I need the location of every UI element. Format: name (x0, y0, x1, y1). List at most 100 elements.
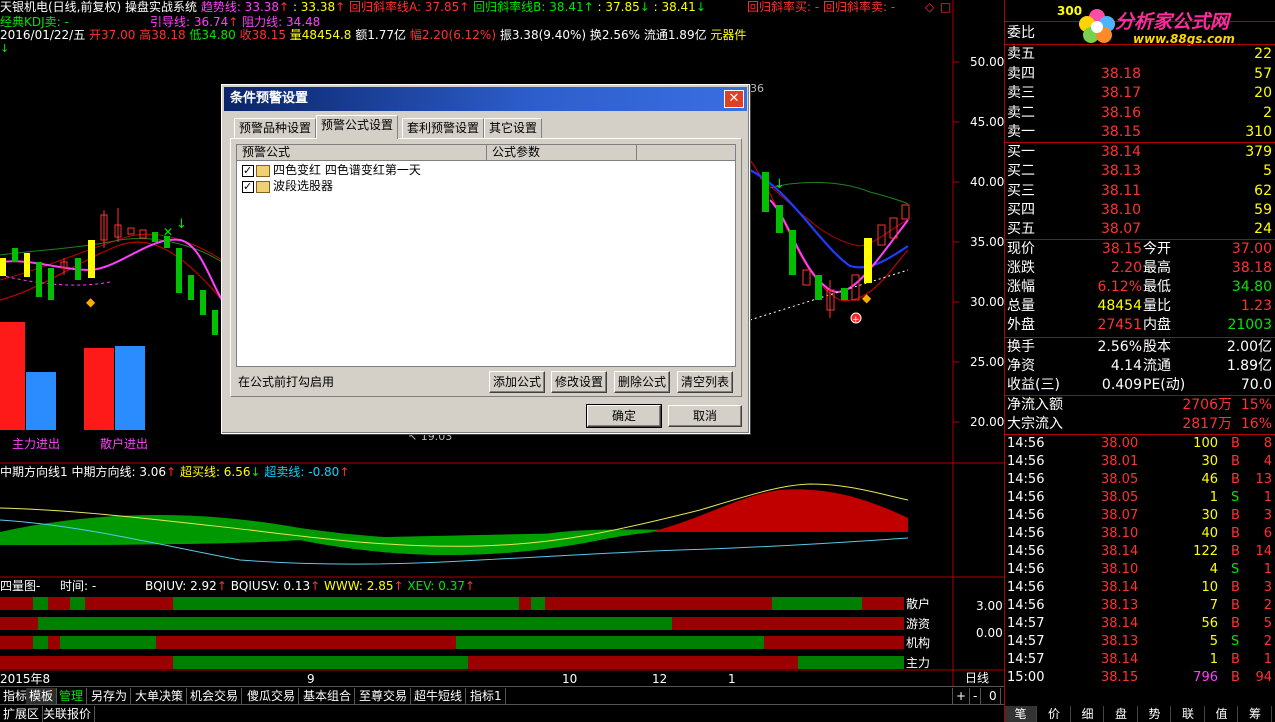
zoom-reset-button[interactable]: 0 (986, 688, 1001, 704)
clear-list-button[interactable]: 清空列表 (677, 371, 733, 393)
bid-row[interactable]: 买一 38.14 379 (1005, 143, 1275, 162)
flow-amount: 2817万 (1182, 416, 1232, 432)
right-tab[interactable]: 联 (1173, 706, 1205, 722)
tick-count: 13 (1255, 472, 1272, 487)
tick-side: B (1231, 436, 1240, 451)
ask-row[interactable]: 卖五 22 (1005, 45, 1275, 64)
column-blank (637, 145, 736, 161)
quote-value: 6.12% (1097, 279, 1142, 295)
ok-button[interactable]: 确定 (586, 404, 662, 428)
tab-short-term[interactable]: 超牛短线 (411, 688, 467, 704)
tick-volume: 122 (1193, 544, 1218, 559)
period-label[interactable]: 日线 (965, 671, 989, 685)
tab-extension[interactable]: 扩展区 (0, 706, 44, 722)
trade-tick-row: 14:56 38.05 46 B 13 (1005, 471, 1275, 489)
diamond-icon[interactable]: ◇ (925, 0, 934, 14)
bqiuv: BQIUV: 2.92 (145, 579, 217, 593)
flow-row: 大宗流入 2817万 16% (1005, 415, 1275, 434)
formula-list[interactable]: 预警公式 公式参数 四色变红 四色谱变红第一天 波段选股器 (236, 144, 736, 367)
bar-volume: 量48454.8 (289, 28, 352, 42)
zoom-out-button[interactable]: - (970, 688, 982, 704)
tick-count: 1 (1263, 562, 1272, 577)
tick-count: 6 (1263, 526, 1272, 541)
svg-text:+: + (852, 315, 860, 325)
tick-time: 14:56 (1007, 454, 1045, 469)
right-tab[interactable]: 值 (1206, 706, 1238, 722)
sector-link[interactable]: 元器件 (710, 28, 746, 42)
tab-basic-combo[interactable]: 基本组合 (300, 688, 356, 704)
fund-value: 2.56% (1097, 339, 1142, 355)
trade-tick-row: 14:56 38.14 122 B 14 (1005, 543, 1275, 561)
tab-arbitrage-alert[interactable]: 套利预警设置 (402, 118, 485, 138)
zoom-in-button[interactable]: + (952, 688, 971, 704)
ask-volume: 310 (1245, 124, 1272, 140)
partial-marker: 36 (750, 82, 764, 95)
cancel-button[interactable]: 取消 (668, 405, 742, 427)
right-tab[interactable]: 筹 (1240, 706, 1272, 722)
tab-big-order[interactable]: 大单决策 (132, 688, 188, 704)
ask-label: 卖四 (1007, 65, 1035, 82)
right-tab[interactable]: 细 (1072, 706, 1104, 722)
formula-icon (256, 180, 270, 193)
tab-supreme-trade[interactable]: 至尊交易 (356, 688, 412, 704)
bid-price: 38.10 (1101, 201, 1142, 218)
list-item[interactable]: 四色变红 四色谱变红第一天 (242, 162, 421, 179)
close-chart-icon[interactable]: □ (940, 0, 951, 14)
quote-value: 34.80 (1231, 279, 1272, 295)
bid-row[interactable]: 买二 38.13 5 (1005, 162, 1275, 181)
tab-alert-variety[interactable]: 预警品种设置 (234, 118, 317, 138)
edit-settings-button[interactable]: 修改设置 (551, 371, 607, 393)
dialog-title[interactable]: 条件预警设置 ✕ (224, 87, 747, 111)
tab-template[interactable]: 模板 (26, 688, 58, 704)
quad-axis-tick: 3.00 (976, 599, 1003, 613)
tick-price: 38.10 (1101, 562, 1139, 577)
delete-formula-button[interactable]: 删除公式 (614, 371, 670, 393)
ask-row[interactable]: 卖二 38.16 2 (1005, 104, 1275, 123)
tab-simple-trade[interactable]: 傻瓜交易 (244, 688, 300, 704)
quote-panel: 300 分析家公式网 www.88gs.com 委比 卖五 22 卖四 38.1… (1004, 0, 1275, 722)
right-tab[interactable]: 盘 (1106, 706, 1138, 722)
tick-time: 14:57 (1007, 616, 1045, 631)
tab-related-quote[interactable]: 关联报价 (40, 706, 96, 722)
bid-row[interactable]: 买五 38.07 24 (1005, 220, 1275, 239)
tab-manage[interactable]: 管理 (56, 688, 88, 704)
tab-other-settings[interactable]: 其它设置 (484, 118, 543, 138)
enable-hint: 在公式前打勾启用 (238, 375, 335, 389)
bar-close: 收38.15 (239, 28, 286, 42)
tab-indicator-1[interactable]: 指标1 (467, 688, 506, 704)
add-formula-button[interactable]: 添加公式 (489, 371, 545, 393)
bid-row[interactable]: 买四 38.10 59 (1005, 201, 1275, 220)
tab-alert-formula[interactable]: 预警公式设置 (316, 115, 399, 139)
checkbox[interactable] (242, 163, 254, 179)
chart-title: 天银机电(日线,前复权) 操盘实战系统 (0, 0, 197, 14)
right-tab[interactable]: 势 (1139, 706, 1171, 722)
tab-opportunity[interactable]: 机会交易 (187, 688, 243, 704)
ask-row[interactable]: 卖四 38.18 57 (1005, 65, 1275, 84)
ask-price: 38.16 (1101, 104, 1142, 121)
tab-save-as[interactable]: 另存为 (88, 688, 132, 704)
column-params[interactable]: 公式参数 (487, 145, 637, 161)
ask-row[interactable]: 卖三 38.17 20 (1005, 84, 1275, 103)
quote-row: 总量 48454 量比 1.23 (1005, 297, 1275, 316)
ask-label: 卖五 (1007, 46, 1035, 62)
tick-volume: 1 (1209, 652, 1218, 667)
right-tab[interactable]: 笔 (1005, 706, 1037, 722)
column-formula[interactable]: 预警公式 (237, 145, 487, 161)
tick-side: S (1231, 634, 1240, 649)
tick-count: 1 (1263, 490, 1272, 505)
close-icon[interactable]: ✕ (724, 90, 744, 108)
bid-price: 38.14 (1101, 144, 1142, 160)
right-tab[interactable]: 价 (1039, 706, 1071, 722)
bottom-tab-bar: 指标 模板 管理 另存为 大单决策 机会交易 傻瓜交易 基本组合 至尊交易 超牛… (0, 686, 1004, 704)
checkbox[interactable] (242, 179, 254, 195)
regression-b-3: : 38.41 (653, 0, 696, 14)
ask-row[interactable]: 卖一 38.15 310 (1005, 123, 1275, 142)
tick-count: 14 (1255, 544, 1272, 559)
tick-price: 38.13 (1101, 634, 1139, 649)
oversold: 超卖线: -0.80 (264, 465, 340, 479)
alert-settings-dialog: 条件预警设置 ✕ 预警品种设置 预警公式设置 套利预警设置 其它设置 预警公式 … (221, 84, 750, 434)
bid-row[interactable]: 买三 38.11 62 (1005, 182, 1275, 201)
list-item[interactable]: 波段选股器 (242, 178, 333, 195)
tick-side: B (1231, 652, 1240, 667)
regression-a: 回归斜率线A: 37.85 (349, 0, 460, 14)
